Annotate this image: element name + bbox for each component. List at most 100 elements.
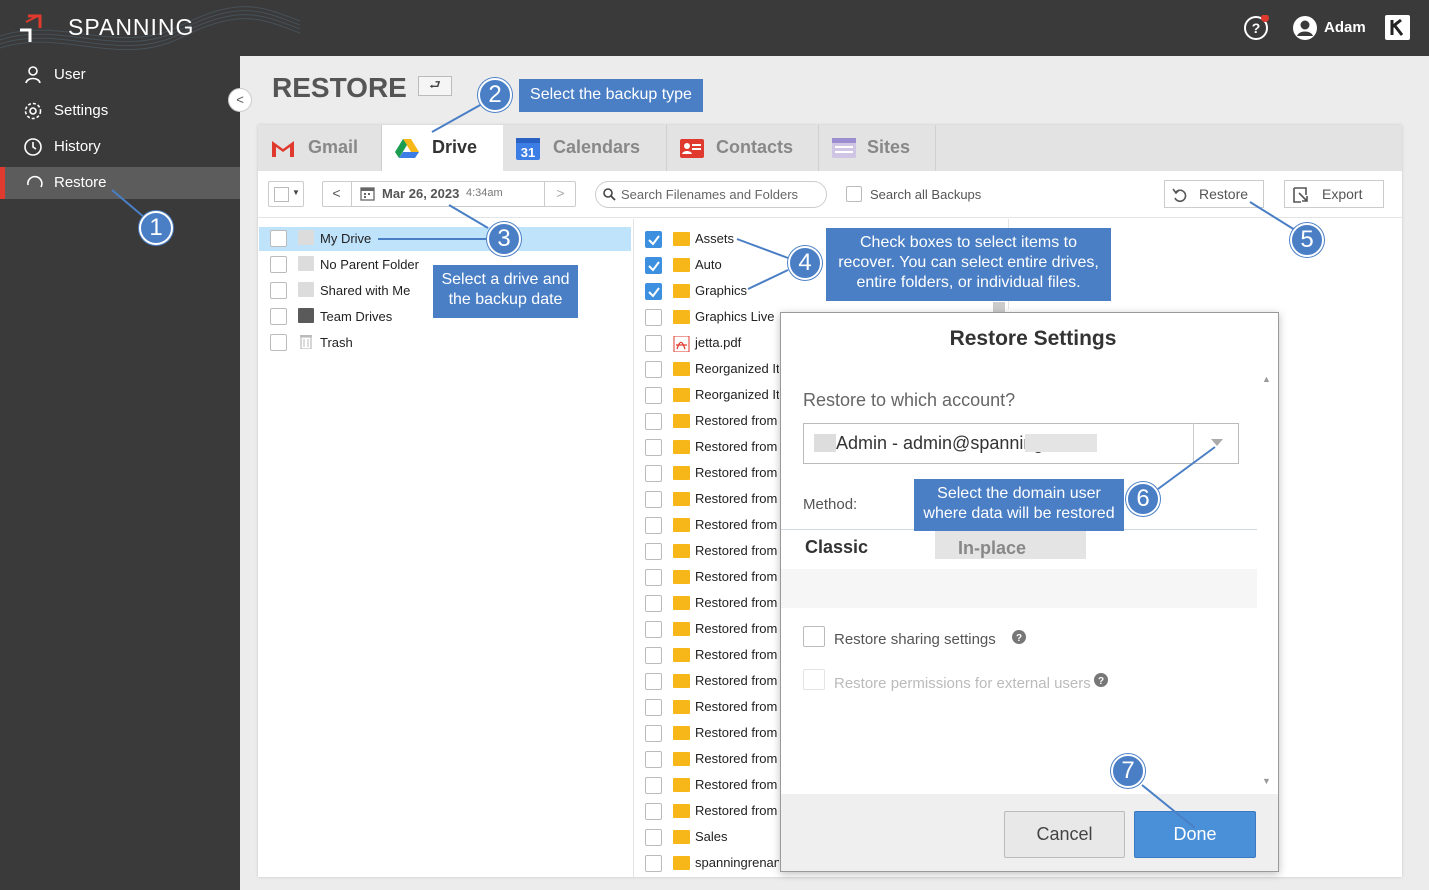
restore-sharing-checkbox[interactable]	[803, 626, 825, 647]
file-list-item[interactable]: Restored from	[645, 798, 779, 824]
file-list-item[interactable]: Reorganized It	[645, 356, 779, 382]
file-checkbox[interactable]	[645, 855, 662, 872]
file-list-item[interactable]: Sales	[645, 824, 779, 850]
file-list-item[interactable]: jetta.pdf	[645, 330, 779, 356]
file-list-item[interactable]: Restored from	[645, 564, 779, 590]
file-list-item[interactable]: Assets	[645, 226, 779, 252]
drive-tree-item[interactable]: My Drive	[270, 226, 630, 252]
file-checkbox[interactable]	[645, 673, 662, 690]
file-checkbox[interactable]	[645, 465, 662, 482]
file-checkbox[interactable]	[645, 647, 662, 664]
dialog-scroll-up[interactable]: ▲	[1262, 374, 1271, 384]
done-button[interactable]: Done	[1134, 811, 1256, 858]
restore-button[interactable]: Restore	[1164, 180, 1264, 208]
previous-date-button[interactable]: <	[322, 181, 352, 207]
file-checkbox[interactable]	[645, 621, 662, 638]
file-list-item[interactable]: Restored from	[645, 642, 779, 668]
file-list-item[interactable]: Restored from	[645, 434, 779, 460]
select-all-dropdown[interactable]: ▼	[268, 181, 304, 207]
file-checkbox[interactable]	[645, 751, 662, 768]
drive-checkbox[interactable]	[270, 282, 287, 299]
account-dropdown-button[interactable]	[1193, 423, 1239, 464]
drive-tree-item[interactable]: Trash	[270, 330, 630, 356]
file-checkbox[interactable]	[645, 413, 662, 430]
file-checkbox[interactable]	[645, 335, 662, 352]
tab-contacts[interactable]: Contacts	[667, 125, 819, 171]
file-label: Restored from	[695, 777, 778, 792]
file-list-item[interactable]: Restored from	[645, 668, 779, 694]
tab-calendars[interactable]: 31 Calendars	[503, 125, 667, 171]
drive-checkbox[interactable]	[270, 256, 287, 273]
search-placeholder[interactable]: Search Filenames and Folders	[621, 187, 798, 202]
file-checkbox[interactable]	[645, 543, 662, 560]
tab-gmail[interactable]: Gmail	[258, 125, 382, 171]
sidebar-item-settings[interactable]: Settings	[0, 95, 240, 127]
search-all-backups-checkbox[interactable]	[846, 186, 862, 202]
file-list-item[interactable]: Reorganized It	[645, 382, 779, 408]
tab-drive[interactable]: Drive	[382, 125, 503, 171]
file-checkbox[interactable]	[645, 257, 662, 274]
method-label: Method:	[803, 496, 858, 513]
sidebar-item-user[interactable]: User	[0, 59, 240, 91]
file-list-item[interactable]: Restored from	[645, 720, 779, 746]
dialog-scroll-down[interactable]: ▼	[1262, 776, 1271, 786]
file-label: Restored from	[695, 673, 778, 688]
file-checkbox[interactable]	[645, 803, 662, 820]
kaseya-logo-icon[interactable]	[1385, 15, 1410, 40]
file-checkbox[interactable]	[645, 569, 662, 586]
file-checkbox[interactable]	[645, 699, 662, 716]
file-checkbox[interactable]	[645, 595, 662, 612]
calendar-small-icon	[360, 187, 375, 201]
step-badge-1: 1	[139, 211, 173, 245]
file-list-item[interactable]: Restored from	[645, 538, 779, 564]
tab-sites[interactable]: Sites	[819, 125, 936, 171]
file-checkbox[interactable]	[645, 491, 662, 508]
method-tab-classic[interactable]: Classic	[805, 537, 868, 558]
file-label: Restored from	[695, 569, 778, 584]
drive-checkbox[interactable]	[270, 230, 287, 247]
file-checkbox[interactable]	[645, 439, 662, 456]
file-checkbox[interactable]	[645, 829, 662, 846]
cancel-button[interactable]: Cancel	[1004, 811, 1125, 858]
next-date-button[interactable]: >	[544, 181, 576, 207]
file-list-item[interactable]: Restored from	[645, 616, 779, 642]
file-list-item[interactable]: Restored from	[645, 512, 779, 538]
help-icon[interactable]: ?	[1243, 15, 1269, 41]
sidebar-item-history[interactable]: History	[0, 131, 240, 163]
sidebar-item-restore[interactable]: Restore	[0, 167, 240, 199]
file-checkbox[interactable]	[645, 309, 662, 326]
file-list-item[interactable]: Auto	[645, 252, 779, 278]
collapse-sidebar-button[interactable]: <	[228, 88, 252, 112]
backup-date[interactable]: Mar 26, 2023	[382, 186, 459, 201]
method-tab-inplace[interactable]: In-place	[935, 531, 1086, 559]
file-list-item[interactable]: spanningrenan	[645, 850, 779, 876]
drive-checkbox[interactable]	[270, 334, 287, 351]
drive-checkbox[interactable]	[270, 308, 287, 325]
file-checkbox[interactable]	[645, 387, 662, 404]
file-checkbox[interactable]	[645, 283, 662, 300]
file-list-item[interactable]: Restored from	[645, 408, 779, 434]
backup-time[interactable]: 4:34am	[466, 187, 503, 199]
file-list-item[interactable]: Restored from	[645, 460, 779, 486]
file-checkbox[interactable]	[645, 517, 662, 534]
callout-select-drive: Select a drive and the backup date	[433, 265, 578, 318]
file-list-item[interactable]: Restored from	[645, 746, 779, 772]
user-avatar-icon[interactable]	[1292, 15, 1318, 41]
restore-sharing-label: Restore sharing settings	[834, 631, 996, 648]
help-icon[interactable]: ?	[1012, 630, 1026, 644]
export-button[interactable]: Export	[1284, 180, 1384, 208]
file-list-item[interactable]: Restored from	[645, 772, 779, 798]
back-button[interactable]: ⮐	[418, 76, 452, 96]
help-icon[interactable]: ?	[1094, 673, 1108, 687]
file-list-item[interactable]: Graphics Live	[645, 304, 779, 330]
file-checkbox[interactable]	[645, 231, 662, 248]
file-list-item[interactable]: Restored from	[645, 694, 779, 720]
file-checkbox[interactable]	[645, 777, 662, 794]
file-checkbox[interactable]	[645, 361, 662, 378]
file-list-item[interactable]: Restored from	[645, 486, 779, 512]
file-list-item[interactable]: Restored from	[645, 590, 779, 616]
file-label: Restored from	[695, 517, 778, 532]
user-name[interactable]: Adam	[1324, 19, 1366, 36]
file-checkbox[interactable]	[645, 725, 662, 742]
file-list-item[interactable]: Graphics	[645, 278, 779, 304]
